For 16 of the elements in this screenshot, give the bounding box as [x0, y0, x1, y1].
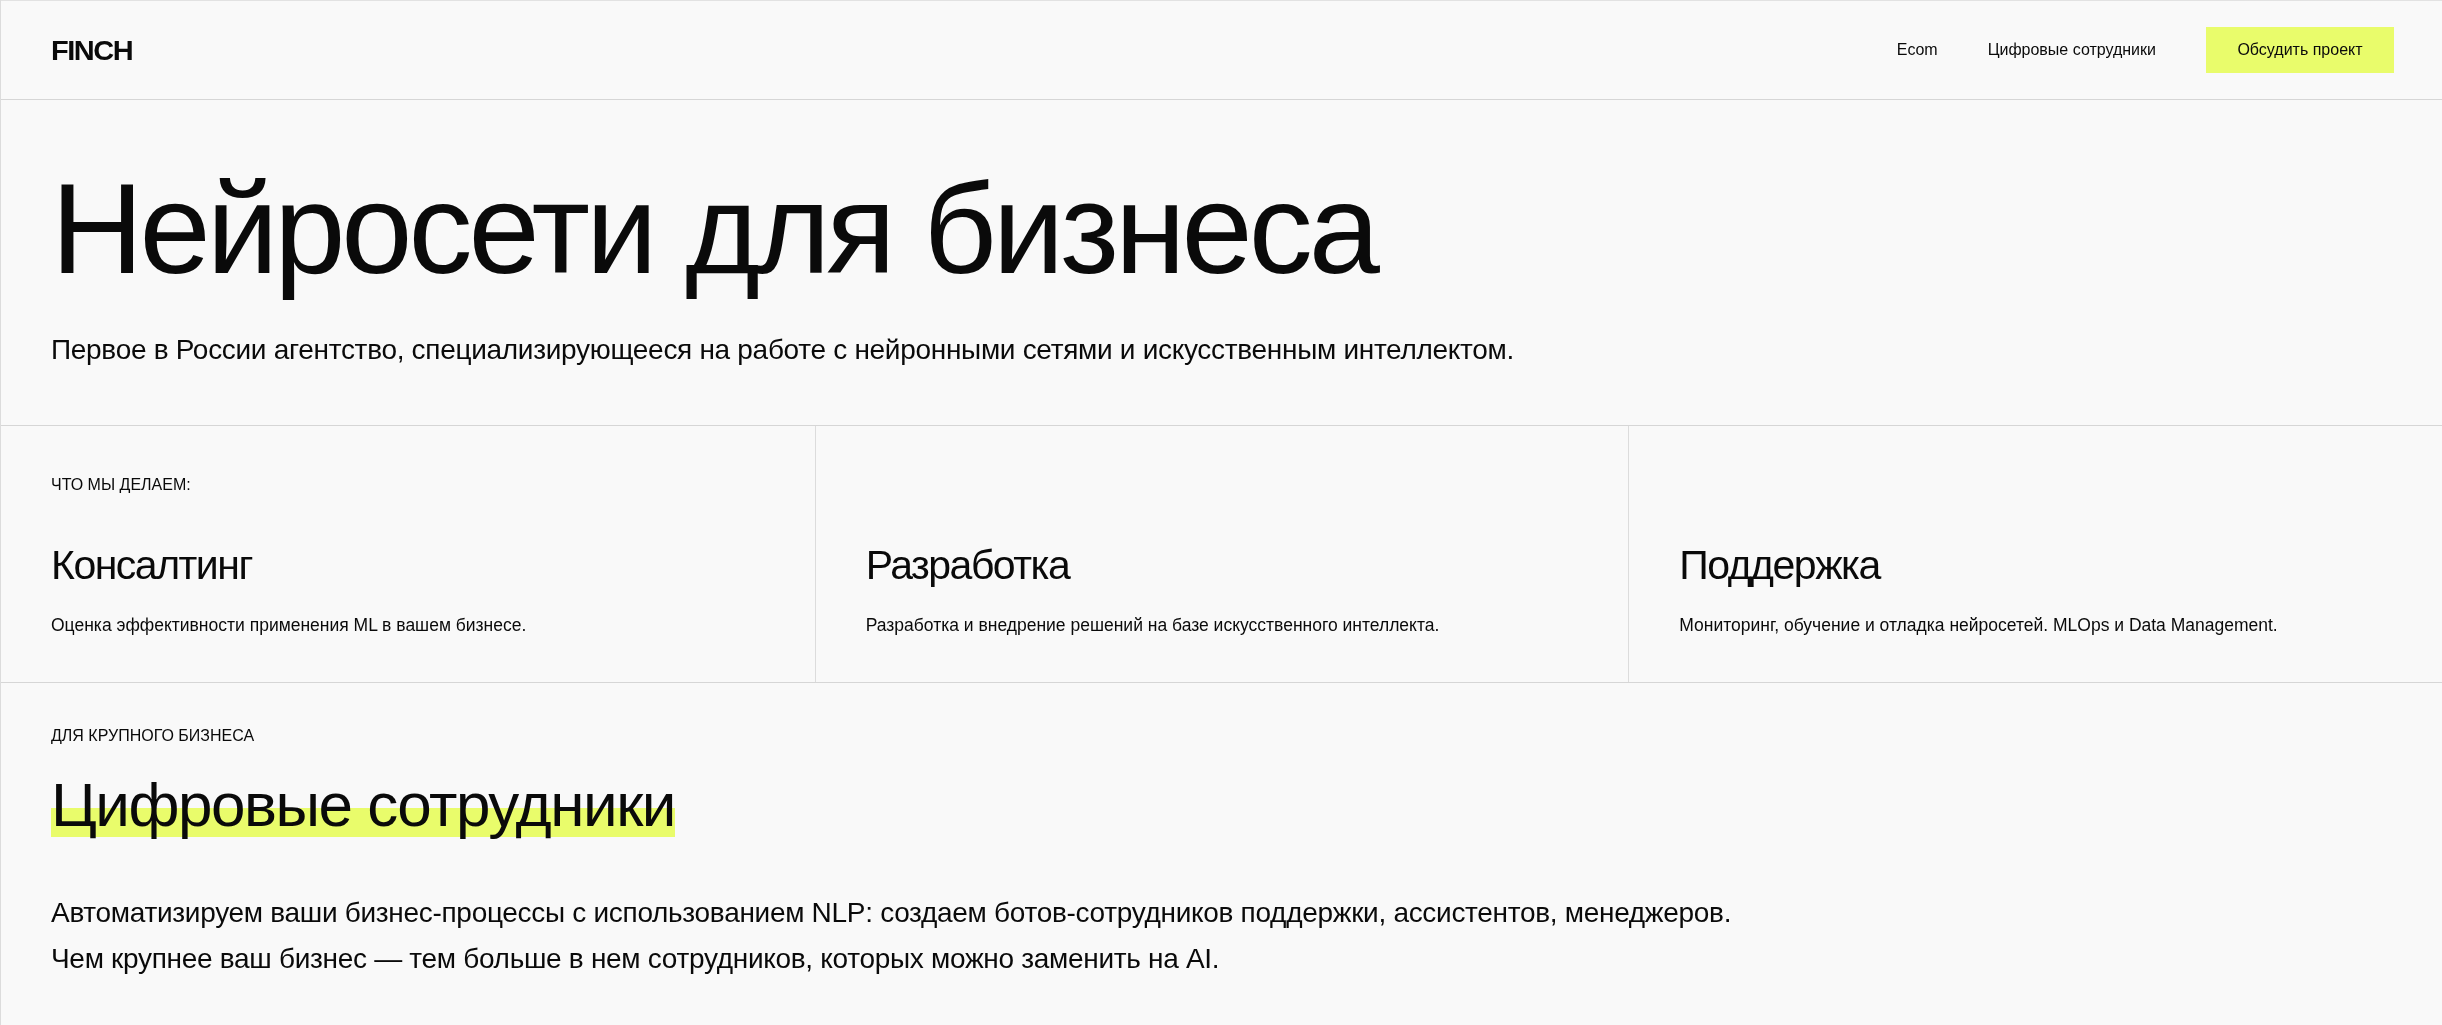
nav-link[interactable]: Ecom: [1896, 41, 1938, 59]
section-label: ДЛЯ КРУПНОГО БИЗНЕСА: [51, 727, 256, 746]
service-description: Разработка и внедрение решений на базе искусственного интеллекта.: [865, 615, 1441, 636]
finch-logo[interactable]: FINCH: [51, 34, 133, 66]
service-title: Разработка: [865, 542, 1071, 589]
hero-subtitle: Первое в России агентство, специализирующееся на работе с нейронными сетями и искусственным интеллектом.: [51, 333, 1515, 366]
discuss-project-button[interactable]: Обсудить проект: [2206, 27, 2394, 73]
service-title: Поддержка: [1679, 542, 1882, 589]
service-title: Консалтинг: [51, 542, 254, 589]
section-label: ЧТО МЫ ДЕЛАЕМ:: [51, 476, 192, 495]
nav-link[interactable]: Цифровые сотрудники: [1987, 41, 2156, 59]
feature-text: Чем крупнее ваш бизнес — тем больше в нем сотрудников, которых можно заменить на AI.: [51, 942, 1221, 977]
service-description: Мониторинг, обучение и отладка нейросетей. MLOps и Data Management.: [1679, 615, 2279, 636]
hero-title: Нейросети для бизнеса: [51, 156, 1376, 302]
service-description: Оценка эффективности применения ML в вашем бизнесе.: [51, 615, 528, 636]
feature-text: Автоматизируем ваши бизнес-процессы с использованием NLP: создаем ботов-сотрудников поддержки, ассистентов, менеджеров.: [51, 896, 1733, 931]
